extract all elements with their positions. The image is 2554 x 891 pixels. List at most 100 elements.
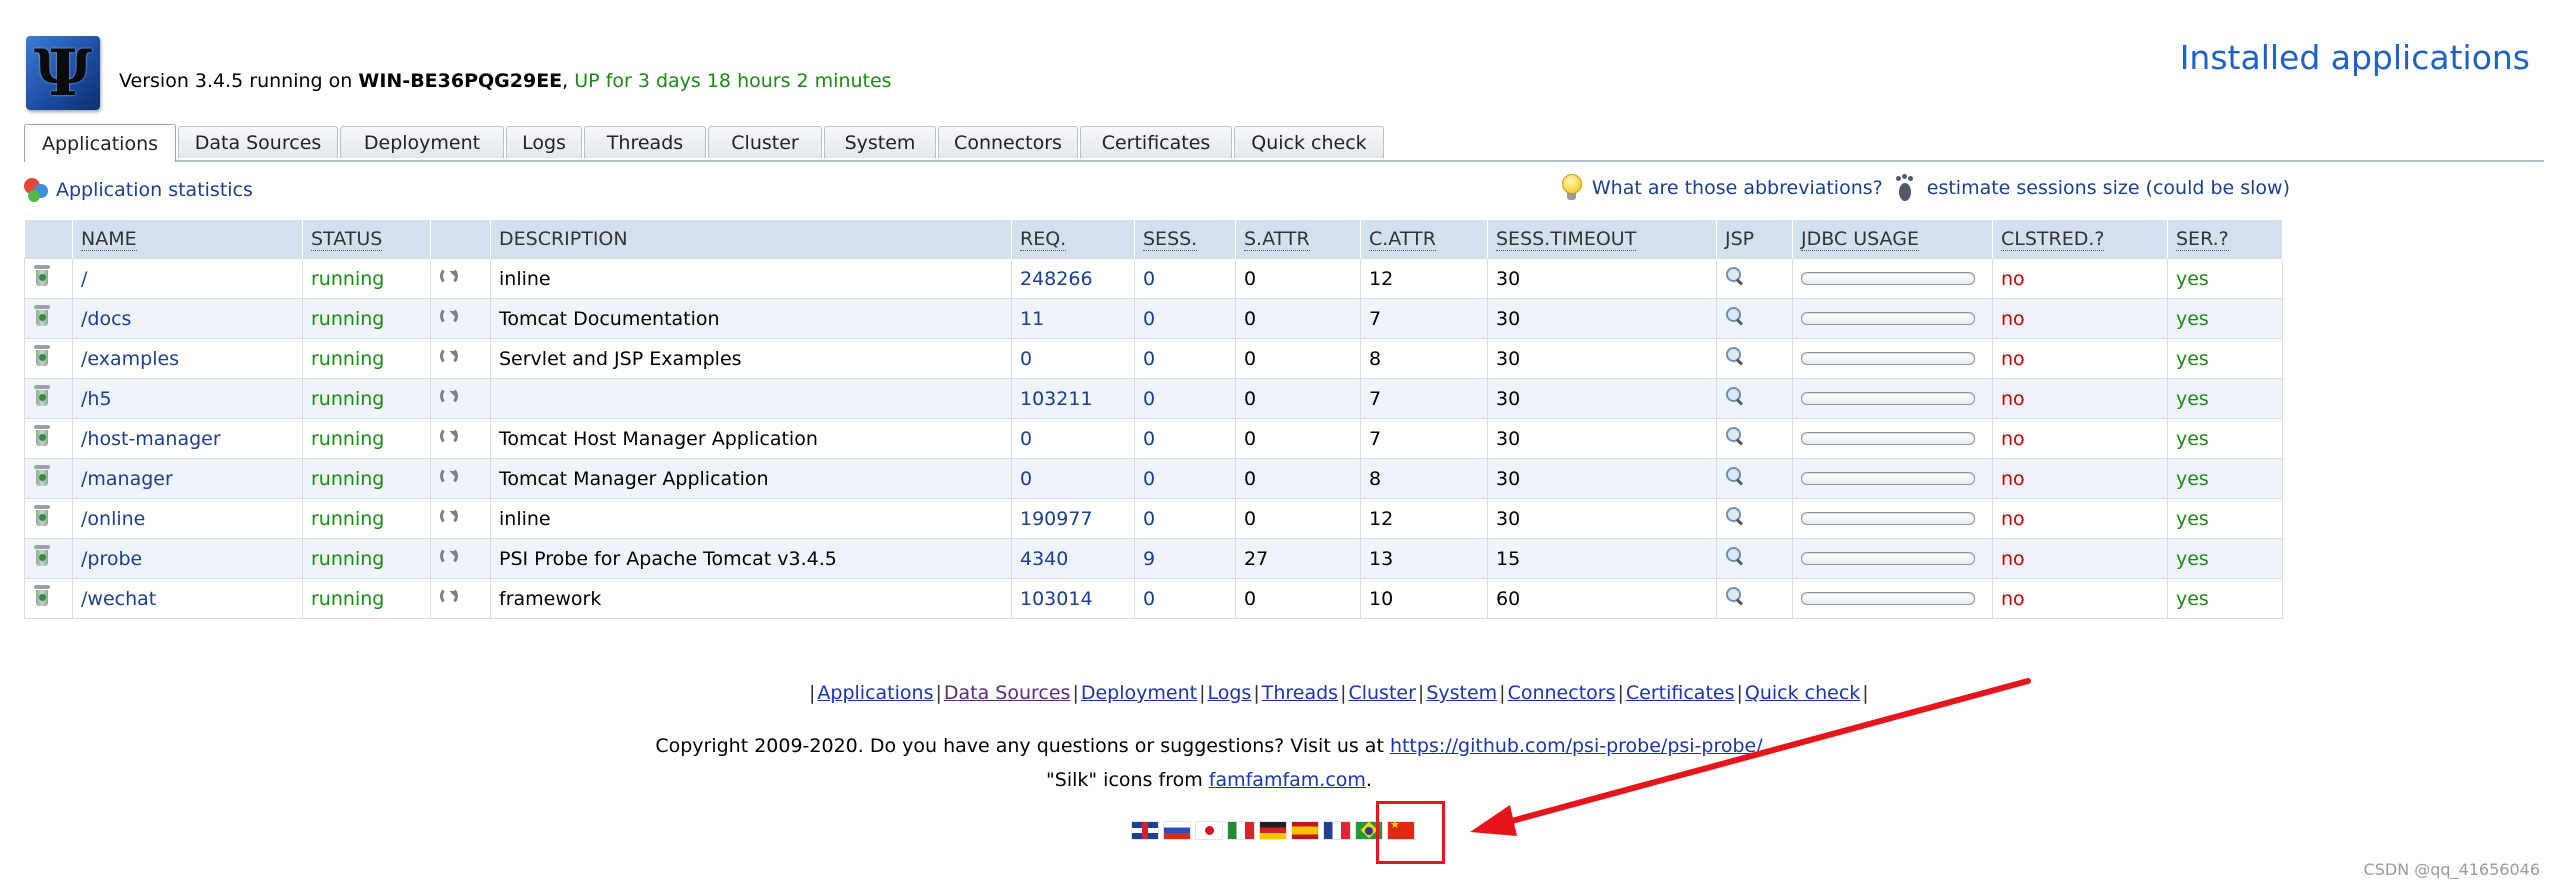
application-statistics-link[interactable]: Application statistics	[56, 179, 253, 201]
magnifier-icon[interactable]	[1725, 546, 1745, 566]
table-row: /docs running Tomcat Documentation 11 0 …	[24, 298, 2283, 339]
reload-icon[interactable]	[439, 346, 459, 366]
magnifier-icon[interactable]	[1725, 466, 1745, 486]
app-name-link[interactable]: /	[81, 268, 87, 290]
magnifier-icon[interactable]	[1725, 306, 1745, 326]
col-serializable[interactable]: SER.?	[2167, 220, 2283, 259]
app-name-link[interactable]: /probe	[81, 548, 142, 570]
flag-jp-icon[interactable]	[1196, 822, 1222, 839]
reload-icon[interactable]	[439, 506, 459, 526]
app-name-link[interactable]: /docs	[81, 308, 131, 330]
col-req[interactable]: REQ.	[1011, 220, 1135, 259]
reload-icon[interactable]	[439, 426, 459, 446]
reload-icon[interactable]	[439, 466, 459, 486]
github-link[interactable]: https://github.com/psi-probe/psi-probe/	[1390, 735, 1763, 757]
footer-link-cluster[interactable]: Cluster	[1348, 682, 1415, 704]
flag-ru-icon[interactable]	[1164, 822, 1190, 839]
application-statistics[interactable]: Application statistics	[24, 178, 253, 202]
magnifier-icon[interactable]	[1725, 426, 1745, 446]
abbreviations-link[interactable]: What are those abbreviations?	[1592, 177, 1883, 199]
undeploy-icon[interactable]	[33, 505, 51, 527]
reload-icon[interactable]	[439, 546, 459, 566]
col-sess-timeout[interactable]: SESS.TIMEOUT	[1487, 220, 1717, 259]
app-session-timeout: 30	[1487, 378, 1717, 419]
app-name-link[interactable]: /manager	[81, 468, 173, 490]
tab-certificates[interactable]: Certificates	[1080, 126, 1232, 158]
jsp-cell	[1716, 538, 1793, 579]
col-jdbc-usage[interactable]: JDBC USAGE	[1792, 220, 1993, 259]
undeploy-icon[interactable]	[33, 585, 51, 607]
jdbc-usage-bar	[1801, 352, 1975, 365]
help-links: What are those abbreviations? estimate s…	[1560, 174, 2290, 202]
app-context-attributes: 8	[1360, 458, 1488, 499]
col-sattr[interactable]: S.ATTR	[1235, 220, 1361, 259]
col-cattr[interactable]: C.ATTR	[1360, 220, 1488, 259]
annotation-highlight-box	[1376, 801, 1445, 864]
col-status[interactable]: STATUS	[302, 220, 431, 259]
app-serializable: yes	[2167, 418, 2283, 459]
flag-fr-icon[interactable]	[1324, 822, 1350, 839]
app-serializable: yes	[2167, 258, 2283, 299]
tab-applications[interactable]: Applications	[24, 124, 176, 162]
app-name-link[interactable]: /wechat	[81, 588, 156, 610]
jdbc-usage-cell	[1792, 498, 1993, 539]
reload-cell	[430, 298, 491, 339]
psi-probe-logo[interactable]: Ψ	[26, 36, 100, 111]
col-sess[interactable]: SESS.	[1134, 220, 1236, 259]
undeploy-icon[interactable]	[33, 545, 51, 567]
footer-link-threads[interactable]: Threads	[1262, 682, 1338, 704]
app-name-link[interactable]: /h5	[81, 388, 112, 410]
magnifier-icon[interactable]	[1725, 586, 1745, 606]
tab-deployment[interactable]: Deployment	[340, 126, 504, 158]
undeploy-icon[interactable]	[33, 345, 51, 367]
tab-quick-check[interactable]: Quick check	[1234, 126, 1384, 158]
flag-es-icon[interactable]	[1292, 822, 1318, 839]
footer-link-certificates[interactable]: Certificates	[1626, 682, 1735, 704]
tab-system[interactable]: System	[824, 126, 936, 158]
reload-icon[interactable]	[439, 266, 459, 286]
footer-link-logs[interactable]: Logs	[1207, 682, 1251, 704]
tab-threads[interactable]: Threads	[584, 126, 706, 158]
reload-icon[interactable]	[439, 306, 459, 326]
tab-data-sources[interactable]: Data Sources	[178, 126, 338, 158]
app-context-attributes: 10	[1360, 578, 1488, 619]
magnifier-icon[interactable]	[1725, 266, 1745, 286]
footer-link-system[interactable]: System	[1426, 682, 1497, 704]
host-name: WIN-BE36PQG29EE	[358, 70, 563, 92]
tab-cluster[interactable]: Cluster	[708, 126, 822, 158]
undeploy-cell	[24, 538, 73, 579]
app-requests: 4340	[1011, 538, 1135, 579]
flag-gb-icon[interactable]	[1132, 822, 1158, 839]
col-name[interactable]: NAME	[72, 220, 303, 259]
footer-link-quick-check[interactable]: Quick check	[1745, 682, 1860, 704]
footer-link-data-sources[interactable]: Data Sources	[944, 682, 1071, 704]
version-line: Version 3.4.5 running on WIN-BE36PQG29EE…	[119, 70, 892, 92]
estimate-sessions-link[interactable]: estimate sessions size (could be slow)	[1927, 177, 2290, 199]
flag-de-icon[interactable]	[1260, 822, 1286, 839]
magnifier-icon[interactable]	[1725, 386, 1745, 406]
col-clustered[interactable]: CLSTRED.?	[1992, 220, 2168, 259]
footer-link-applications[interactable]: Applications	[817, 682, 933, 704]
undeploy-icon[interactable]	[33, 465, 51, 487]
undeploy-icon[interactable]	[33, 425, 51, 447]
app-name-link[interactable]: /examples	[81, 348, 179, 370]
reload-icon[interactable]	[439, 586, 459, 606]
app-requests: 0	[1011, 418, 1135, 459]
app-name-link[interactable]: /host-manager	[81, 428, 221, 450]
magnifier-icon[interactable]	[1725, 506, 1745, 526]
undeploy-icon[interactable]	[33, 305, 51, 327]
footer-link-deployment[interactable]: Deployment	[1081, 682, 1197, 704]
tab-connectors[interactable]: Connectors	[938, 126, 1078, 158]
undeploy-cell	[24, 578, 73, 619]
table-row: / running inline 248266 0 0 12 30 no yes	[24, 258, 2283, 299]
flag-it-icon[interactable]	[1228, 822, 1254, 839]
reload-icon[interactable]	[439, 386, 459, 406]
footer-link-connectors[interactable]: Connectors	[1508, 682, 1616, 704]
tab-logs[interactable]: Logs	[506, 126, 582, 158]
undeploy-icon[interactable]	[33, 385, 51, 407]
magnifier-icon[interactable]	[1725, 346, 1745, 366]
famfamfam-link[interactable]: famfamfam.com	[1209, 769, 1366, 791]
undeploy-cell	[24, 298, 73, 339]
app-name-link[interactable]: /online	[81, 508, 145, 530]
undeploy-icon[interactable]	[33, 265, 51, 287]
